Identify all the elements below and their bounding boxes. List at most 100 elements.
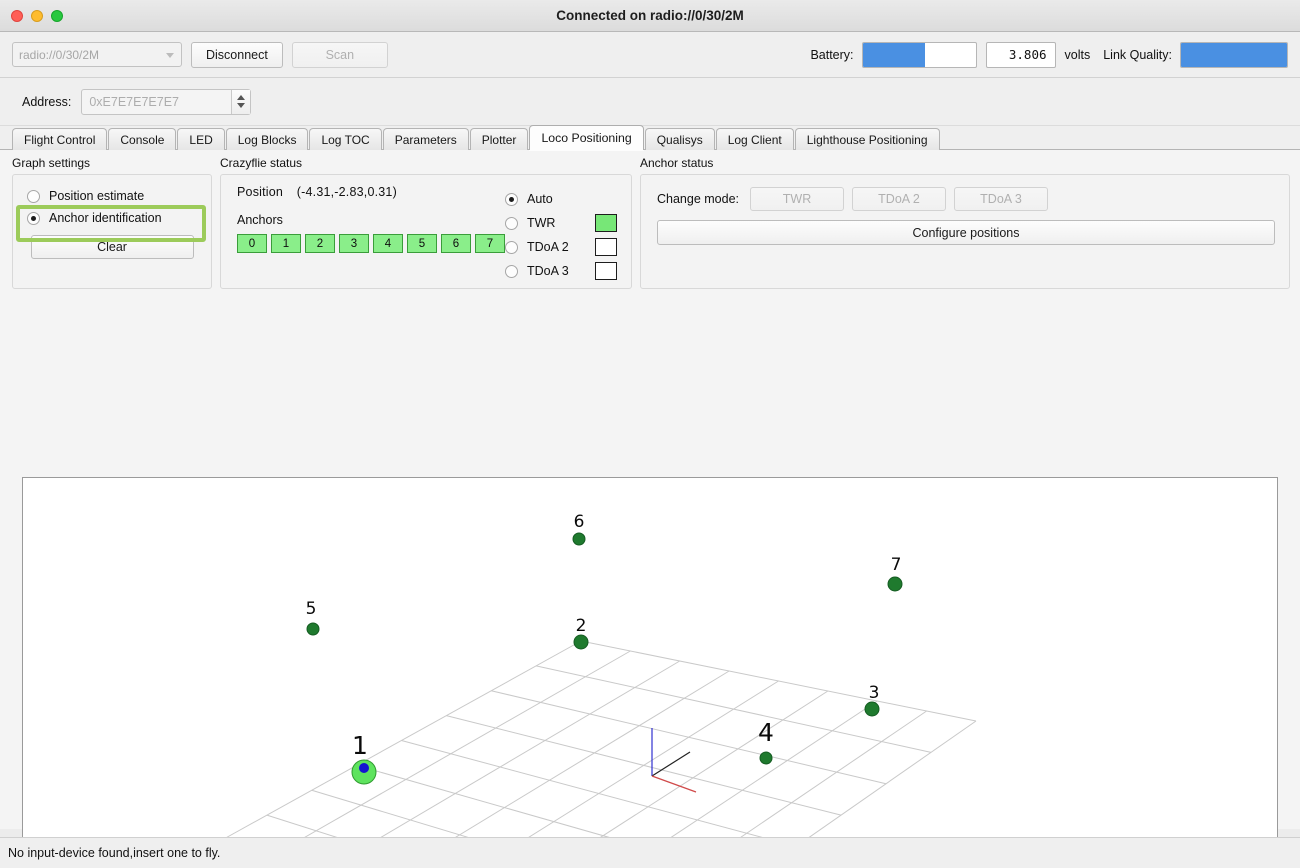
tab-plotter[interactable]: Plotter: [469, 128, 529, 150]
radio-position-estimate[interactable]: Position estimate: [27, 185, 203, 207]
address-row: Address: 0xE7E7E7E7E7: [0, 78, 1300, 126]
radio-icon-position-estimate[interactable]: [27, 189, 40, 203]
anchor-marker-4[interactable]: [759, 751, 773, 765]
anchor-marker-3[interactable]: [864, 701, 880, 717]
mode-radio-tdoa2[interactable]: TDoA 2: [505, 235, 617, 259]
mode-label-tdoa3: TDoA 3: [527, 264, 569, 278]
tab-label: Plotter: [481, 132, 517, 147]
anchor-chip-6: 6: [441, 234, 471, 253]
anchor-label-2: 2: [576, 616, 587, 636]
position-value: (-4.31,-2.83,0.31): [296, 185, 397, 199]
plot-canvas[interactable]: 01234567: [23, 478, 1277, 868]
change-mode-row: Change mode: TWR TDoA 2 TDoA 3: [657, 187, 1275, 211]
tab-log-client[interactable]: Log Client: [715, 128, 794, 150]
configure-positions-button[interactable]: Configure positions: [657, 220, 1275, 245]
anchor-label-1: 1: [352, 731, 368, 760]
position-label: Position: [237, 185, 284, 199]
scan-button: Scan: [291, 41, 388, 68]
radio-label-position-estimate: Position estimate: [49, 189, 145, 203]
battery-voltage-value: 3.806: [985, 41, 1056, 68]
anchor-chip-list: 01234567: [237, 234, 505, 253]
settings-panels-row: Graph settings Position estimate Anchor …: [0, 150, 1300, 289]
mode-radio-tdoa3[interactable]: TDoA 3: [505, 259, 617, 283]
tab-label: Flight Control: [24, 132, 96, 147]
address-label: Address:: [22, 94, 72, 109]
status-bar-message: No input-device found,insert one to fly.: [8, 846, 221, 860]
battery-status-area: Battery: 3.806 volts Link Quality:: [810, 41, 1288, 68]
graph-settings-group: Graph settings Position estimate Anchor …: [12, 156, 212, 289]
loco-positioning-tab-content: Graph settings Position estimate Anchor …: [0, 150, 1300, 868]
anchor-chip-2: 2: [305, 234, 335, 253]
tab-label: Log Client: [727, 132, 782, 147]
link-quality-bar-fill: [1181, 42, 1287, 67]
anchor-marker-2[interactable]: [573, 634, 589, 650]
anchor-label-5: 5: [306, 599, 317, 619]
tab-console[interactable]: Console: [108, 128, 177, 150]
anchor-status-box: Change mode: TWR TDoA 2 TDoA 3 Configure…: [640, 174, 1290, 289]
mode-radio-auto[interactable]: Auto: [505, 187, 617, 211]
tab-log-toc[interactable]: Log TOC: [309, 128, 382, 150]
tab-qualisys[interactable]: Qualisys: [644, 128, 715, 150]
connection-uri-value: radio://0/30/2M: [19, 47, 100, 62]
change-mode-tdoa3-button: TDoA 3: [954, 187, 1049, 211]
mode-radio-twr[interactable]: TWR: [505, 211, 617, 235]
radio-icon-tdoa2[interactable]: [505, 240, 518, 254]
mode-status-swatch-twr: [595, 214, 617, 232]
tab-loco-positioning[interactable]: Loco Positioning: [529, 125, 644, 150]
chevron-down-icon: [166, 52, 174, 58]
anchor-marker-6[interactable]: [572, 532, 586, 546]
anchor-chip-7: 7: [475, 234, 505, 253]
tab-lighthouse-positioning[interactable]: Lighthouse Positioning: [794, 128, 940, 150]
anchor-label-6: 6: [574, 512, 585, 532]
mode-label-auto: Auto: [527, 192, 553, 206]
anchor-marker-7[interactable]: [887, 576, 903, 592]
position-readout: Position (-4.31,-2.83,0.31): [237, 185, 505, 199]
ranging-mode-radio-group[interactable]: Auto TWR TDoA 2 TDoA 3: [505, 185, 617, 288]
anchor-label-4: 4: [758, 718, 774, 747]
radio-anchor-identification[interactable]: Anchor identification: [27, 207, 203, 229]
disconnect-button[interactable]: Disconnect: [191, 41, 283, 68]
graph-settings-box: Position estimate Anchor identification …: [12, 174, 212, 289]
radio-icon-auto[interactable]: [505, 192, 518, 206]
crazyflie-status-group: Crazyflie status Position (-4.31,-2.83,0…: [220, 156, 632, 289]
address-stepper[interactable]: [231, 89, 251, 114]
anchor-chip-0: 0: [237, 234, 267, 253]
anchor-marker-1-center[interactable]: [359, 763, 369, 773]
mode-label-tdoa2: TDoA 2: [527, 240, 569, 254]
tab-parameters[interactable]: Parameters: [382, 128, 469, 150]
address-field[interactable]: 0xE7E7E7E7E7: [81, 88, 252, 115]
radio-icon-anchor-identification[interactable]: [27, 211, 40, 225]
tab-led[interactable]: LED: [177, 128, 225, 150]
tab-label: Parameters: [394, 132, 457, 147]
radio-icon-tdoa3[interactable]: [505, 264, 518, 278]
mode-label-twr: TWR: [527, 216, 556, 230]
address-input[interactable]: 0xE7E7E7E7E7: [82, 95, 179, 109]
radio-icon-twr[interactable]: [505, 216, 518, 230]
tab-label: LED: [189, 132, 213, 147]
main-tab-bar[interactable]: Flight Control Console LED Log Blocks Log TO…: [0, 125, 1300, 150]
status-bar: No input-device found,insert one to fly.: [0, 837, 1300, 868]
link-quality-label: Link Quality:: [1103, 47, 1172, 62]
change-mode-tdoa2-button: TDoA 2: [852, 187, 947, 211]
anchor-markers: 01234567: [306, 512, 903, 785]
tab-label: Lighthouse Positioning: [806, 132, 928, 147]
clear-button[interactable]: Clear: [30, 235, 194, 259]
crazyflie-status-box: Position (-4.31,-2.83,0.31) Anchors 0123…: [220, 174, 632, 289]
stepper-up-icon[interactable]: [237, 95, 246, 100]
grid-line-h-1: [271, 650, 631, 857]
stepper-down-icon[interactable]: [237, 103, 246, 108]
anchor-chip-3: 3: [339, 234, 369, 253]
connection-uri-dropdown[interactable]: radio://0/30/2M: [12, 42, 182, 67]
ground-grid: [221, 640, 977, 868]
tab-log-blocks[interactable]: Log Blocks: [225, 128, 309, 150]
radio-label-anchor-identification: Anchor identification: [49, 211, 162, 225]
tab-label: Console: [120, 132, 165, 147]
battery-bar-fill: [862, 42, 925, 67]
anchor-chip-1: 1: [271, 234, 301, 253]
anchor-identification-plot[interactable]: 01234567: [22, 477, 1278, 868]
anchor-marker-5[interactable]: [306, 622, 320, 636]
tab-flight-control[interactable]: Flight Control: [12, 128, 108, 150]
change-mode-twr-button: TWR: [750, 187, 845, 211]
mode-status-swatch-tdoa3: [595, 262, 617, 280]
tab-label: Loco Positioning: [541, 131, 632, 145]
